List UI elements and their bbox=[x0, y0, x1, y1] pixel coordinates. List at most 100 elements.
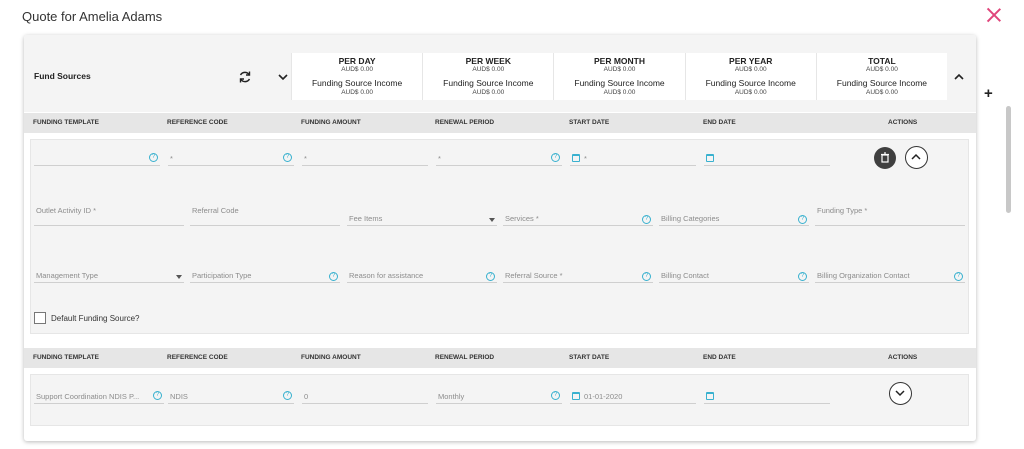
calendar-icon[interactable] bbox=[706, 154, 714, 162]
col-funding-amount: FUNDING AMOUNT bbox=[301, 354, 361, 361]
fund-sources-title: Fund Sources bbox=[34, 71, 91, 81]
summary-income: AUD$ 0.00 bbox=[866, 89, 898, 96]
info-icon[interactable]: ? bbox=[954, 272, 963, 281]
info-icon[interactable]: ? bbox=[642, 215, 651, 224]
outlet-activity-id-field[interactable]: Outlet Activity ID * bbox=[34, 206, 184, 226]
reason-for-assistance-field[interactable]: Reason for assistance ? bbox=[347, 271, 497, 283]
field-value: * bbox=[438, 154, 441, 163]
close-icon[interactable] bbox=[986, 7, 1002, 23]
delete-row-button[interactable] bbox=[874, 147, 896, 169]
renewal-period-field[interactable]: Monthly ? bbox=[436, 390, 562, 404]
scrollbar[interactable] bbox=[1006, 106, 1011, 213]
refresh-icon[interactable] bbox=[238, 70, 252, 84]
summary-income: AUD$ 0.00 bbox=[341, 89, 373, 96]
chevron-up-icon bbox=[911, 153, 921, 160]
start-date-field[interactable]: * bbox=[570, 152, 696, 166]
col-funding-template: FUNDING TEMPLATE bbox=[33, 119, 99, 126]
field-label: Billing Organization Contact bbox=[817, 271, 910, 280]
summary-income-label: Funding Source Income bbox=[574, 78, 665, 88]
funding-row: Support Coordination NDIS P... ? NDIS ? … bbox=[30, 374, 969, 426]
funding-template-field[interactable]: ? bbox=[34, 152, 160, 166]
info-icon[interactable]: ? bbox=[551, 153, 560, 162]
default-funding-source-label: Default Funding Source? bbox=[51, 314, 140, 323]
summary-per-week: PER WEEK AUD$ 0.00 Funding Source Income… bbox=[422, 53, 554, 100]
funding-amount-field[interactable]: 0 bbox=[302, 390, 428, 404]
funding-type-field[interactable]: Funding Type * bbox=[815, 206, 965, 226]
summary-income-label: Funding Source Income bbox=[705, 78, 796, 88]
summary-income-label: Funding Source Income bbox=[836, 78, 928, 88]
billing-categories-field[interactable]: Billing Categories ? bbox=[659, 214, 809, 226]
participation-type-field[interactable]: Participation Type ? bbox=[190, 271, 340, 283]
info-icon[interactable]: ? bbox=[642, 272, 651, 281]
summary-income-label: Funding Source Income bbox=[311, 78, 403, 88]
col-renewal-period: RENEWAL PERIOD bbox=[435, 354, 495, 361]
summary-per-day: PER DAY AUD$ 0.00 Funding Source Income … bbox=[291, 53, 423, 100]
end-date-field[interactable] bbox=[704, 152, 830, 166]
col-reference-code: REFERENCE CODE bbox=[167, 119, 228, 126]
info-icon[interactable]: ? bbox=[149, 153, 158, 162]
col-end-date: END DATE bbox=[703, 119, 736, 126]
info-icon[interactable]: ? bbox=[798, 215, 807, 224]
referral-code-field[interactable]: Referral Code bbox=[190, 206, 340, 226]
field-value: 01-01-2020 bbox=[584, 392, 623, 401]
summary-income: AUD$ 0.00 bbox=[603, 89, 636, 96]
field-value: Monthly bbox=[438, 392, 465, 401]
fund-sources-header[interactable]: Fund Sources PER DAY AUD$ 0.00 Funding S… bbox=[24, 35, 976, 112]
billing-contact-field[interactable]: Billing Contact ? bbox=[659, 271, 809, 283]
chevron-down-icon[interactable] bbox=[277, 71, 289, 83]
reference-code-field[interactable]: NDIS ? bbox=[168, 390, 294, 404]
calendar-icon[interactable] bbox=[572, 154, 580, 162]
field-label: Fee Items bbox=[349, 214, 383, 223]
col-end-date: END DATE bbox=[703, 354, 736, 361]
fee-items-select[interactable]: Fee Items bbox=[347, 214, 497, 226]
services-field[interactable]: Services * ? bbox=[503, 214, 653, 226]
field-label: Management Type bbox=[36, 271, 98, 280]
col-start-date: START DATE bbox=[569, 354, 610, 361]
info-icon[interactable]: ? bbox=[153, 391, 162, 400]
info-icon[interactable]: ? bbox=[486, 272, 495, 281]
funding-amount-field[interactable]: * bbox=[302, 152, 428, 166]
billing-org-contact-field[interactable]: Billing Organization Contact ? bbox=[815, 271, 965, 283]
summary-per-year: PER YEAR AUD$ 0.00 Funding Source Income… bbox=[684, 53, 816, 100]
management-type-select[interactable]: Management Type bbox=[34, 271, 184, 283]
calendar-icon[interactable] bbox=[706, 392, 714, 400]
col-actions: ACTIONS bbox=[888, 354, 918, 361]
funding-template-field[interactable]: Support Coordination NDIS P... ? bbox=[34, 390, 164, 404]
grid-header: FUNDING TEMPLATE REFERENCE CODE FUNDING … bbox=[24, 113, 976, 133]
default-funding-source-checkbox[interactable] bbox=[34, 312, 46, 324]
chevron-up-icon[interactable] bbox=[953, 71, 965, 83]
info-icon[interactable]: ? bbox=[798, 272, 807, 281]
col-actions: ACTIONS bbox=[888, 119, 918, 126]
summary-amount: AUD$ 0.00 bbox=[341, 66, 373, 73]
summary-period: TOTAL bbox=[868, 56, 896, 66]
start-date-field[interactable]: 01-01-2020 bbox=[570, 390, 696, 404]
field-label: Reason for assistance bbox=[349, 271, 424, 280]
summary-totals: PER DAY AUD$ 0.00 Funding Source Income … bbox=[291, 53, 948, 100]
plus-icon[interactable]: + bbox=[984, 85, 993, 102]
funding-row-expanded: ? * ? * * ? * Outlet Activity ID * Refer… bbox=[30, 139, 969, 334]
field-value: NDIS bbox=[170, 392, 188, 401]
col-reference-code: REFERENCE CODE bbox=[167, 354, 228, 361]
info-icon[interactable]: ? bbox=[329, 272, 338, 281]
field-value: * bbox=[304, 154, 307, 163]
info-icon[interactable]: ? bbox=[283, 153, 292, 162]
summary-amount: AUD$ 0.00 bbox=[734, 66, 767, 73]
info-icon[interactable]: ? bbox=[551, 391, 560, 400]
expand-row-button[interactable] bbox=[889, 382, 912, 405]
reference-code-field[interactable]: * ? bbox=[168, 152, 294, 166]
field-value: 0 bbox=[304, 392, 309, 401]
end-date-field[interactable] bbox=[704, 390, 830, 404]
collapse-row-button[interactable] bbox=[905, 146, 928, 169]
fund-sources-card: Fund Sources PER DAY AUD$ 0.00 Funding S… bbox=[24, 35, 976, 441]
field-label: Billing Categories bbox=[661, 214, 720, 223]
field-label: Billing Contact bbox=[661, 271, 709, 280]
renewal-period-field[interactable]: * ? bbox=[436, 152, 562, 166]
calendar-icon[interactable] bbox=[572, 392, 580, 400]
modal-title: Quote for Amelia Adams bbox=[22, 9, 163, 24]
field-label: Referral Code bbox=[192, 206, 239, 215]
field-label: Funding Type * bbox=[817, 206, 868, 215]
info-icon[interactable]: ? bbox=[283, 391, 292, 400]
field-label: Services * bbox=[505, 214, 539, 223]
referral-source-field[interactable]: Referral Source * ? bbox=[503, 271, 653, 283]
dropdown-icon bbox=[176, 275, 182, 279]
